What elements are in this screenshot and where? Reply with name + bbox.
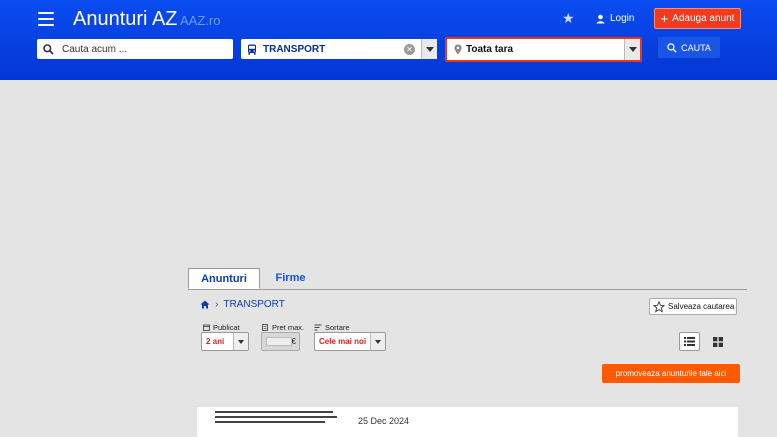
bus-icon	[248, 44, 256, 55]
category-dropdown-arrow[interactable]	[421, 39, 437, 59]
price-tag-icon	[262, 324, 268, 331]
filter-pret-label: Pret max.	[262, 323, 304, 332]
location-icon	[454, 44, 462, 55]
listing-item[interactable]: 25 Dec 2024	[197, 407, 738, 437]
location-dropdown-arrow[interactable]	[624, 39, 640, 60]
user-icon	[596, 14, 605, 23]
plus-icon: +	[660, 10, 669, 26]
filter-sortare-label: Sortare	[314, 323, 350, 332]
home-icon[interactable]	[200, 300, 210, 309]
sortare-dropdown-arrow[interactable]	[370, 333, 385, 350]
save-search-button[interactable]: Salveaza cautarea	[649, 298, 737, 315]
breadcrumb-separator: ›	[215, 299, 219, 310]
add-listing-button[interactable]: + Adauga anunt	[654, 8, 741, 29]
save-search-label: Salveaza cautarea	[668, 302, 735, 311]
search-button[interactable]: CAUTA	[658, 37, 720, 58]
grid-view-button[interactable]	[707, 332, 728, 351]
results-tabs: Anunturi Firme	[188, 268, 747, 290]
breadcrumb-transport[interactable]: TRANSPORT	[223, 299, 285, 310]
category-value: TRANSPORT	[263, 43, 326, 55]
price-max-field[interactable]: €	[261, 332, 300, 351]
publicat-value: 2 ani	[206, 337, 225, 346]
tab-anunturi[interactable]: Anunturi	[188, 268, 260, 289]
publicat-select[interactable]: 2 ani	[201, 332, 249, 351]
top-header: Anunturi AZ AAZ.ro ★ Login + Adauga anun…	[0, 0, 777, 80]
brand-subtitle: AAZ.ro	[180, 13, 221, 28]
filter-publicat-label: Publicat	[203, 323, 240, 332]
add-listing-label: Adauga anunt	[672, 13, 735, 24]
category-select[interactable]: TRANSPORT ✕	[241, 39, 437, 59]
breadcrumb: › TRANSPORT	[200, 299, 285, 310]
promote-listings-button[interactable]: promoveaza anunturile tale aici	[602, 364, 740, 383]
list-view-icon	[684, 337, 695, 346]
filter-pret-text: Pret max.	[272, 323, 305, 332]
search-field[interactable]	[37, 39, 233, 59]
login-link[interactable]: Login	[596, 13, 634, 24]
publicat-dropdown-arrow[interactable]	[233, 333, 248, 350]
sortare-select[interactable]: Cele mai noi	[314, 332, 386, 351]
login-label: Login	[610, 13, 635, 24]
filter-publicat-text: Publicat	[213, 323, 240, 332]
clear-category-icon[interactable]: ✕	[404, 43, 415, 55]
search-icon	[667, 42, 677, 53]
star-icon[interactable]: ★	[562, 10, 575, 27]
brand-title[interactable]: Anunturi AZ	[73, 8, 178, 31]
list-view-button[interactable]	[679, 332, 700, 351]
search-input[interactable]	[60, 42, 224, 56]
price-max-input[interactable]	[266, 337, 292, 346]
listing-date: 25 Dec 2024	[358, 416, 410, 426]
search-button-label: CAUTA	[681, 42, 711, 53]
grid-view-icon	[712, 336, 723, 347]
sort-icon	[314, 324, 322, 331]
filter-sortare-text: Sortare	[325, 323, 350, 332]
star-outline-icon	[653, 300, 665, 313]
currency-symbol: €	[291, 337, 296, 346]
search-icon	[43, 43, 54, 55]
listing-thumbnail[interactable]	[215, 411, 339, 431]
calendar-icon	[203, 324, 210, 331]
location-value: Toata tara	[466, 44, 514, 55]
sortare-value: Cele mai noi	[319, 337, 367, 346]
tab-firme[interactable]: Firme	[268, 268, 313, 288]
location-select[interactable]: Toata tara	[445, 37, 642, 62]
menu-icon[interactable]	[38, 12, 54, 26]
